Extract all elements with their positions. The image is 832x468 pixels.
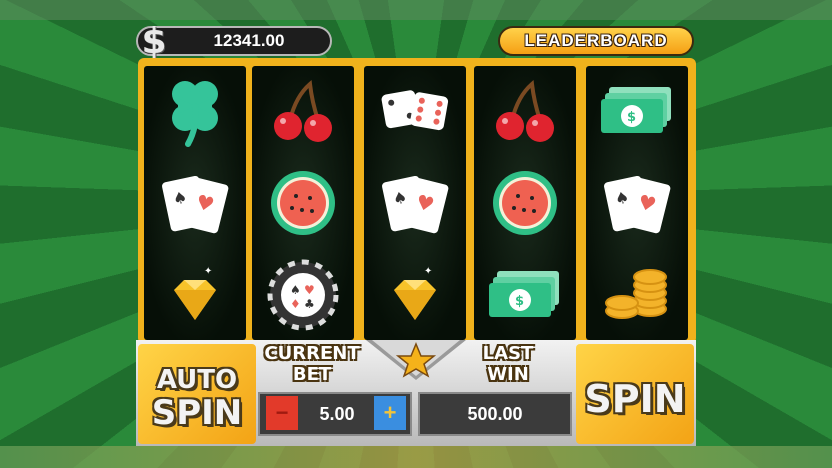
svg-text:♥: ♥ <box>304 283 315 297</box>
reel-2: ♠ ♥ ♦ ♣ <box>252 66 354 340</box>
cherries-icon <box>252 66 354 156</box>
bet-increase-button[interactable]: + <box>374 396 406 430</box>
last-win-label-line2: WIN <box>487 364 529 385</box>
auto-spin-button[interactable]: AUTO SPIN <box>138 344 256 444</box>
reel-4: $ <box>474 66 576 340</box>
last-win-value: 500.00 <box>418 392 572 436</box>
balance-display: $ 12341.00 <box>136 22 332 62</box>
star-icon <box>366 340 466 380</box>
spin-label: SPIN <box>584 377 686 421</box>
cherries-icon <box>474 66 576 156</box>
current-bet-label-line2: BET <box>292 364 332 385</box>
reel-1: ♠ ♥ ✦ <box>144 66 246 340</box>
balance-amount: 12341.00 <box>213 31 285 50</box>
watermelon-icon <box>474 158 576 248</box>
current-bet-label-line1: CURRENT <box>264 343 360 364</box>
cards-icon: ♠ ♥ <box>586 158 688 248</box>
background-bottom-strip <box>0 446 832 468</box>
cash-icon: $ <box>474 250 576 340</box>
svg-text:♣: ♣ <box>304 297 315 311</box>
auto-spin-label-line1: AUTO <box>156 365 238 395</box>
spin-button[interactable]: SPIN <box>576 344 694 444</box>
dollar-icon: $ <box>141 21 167 62</box>
auto-spin-label-line2: SPIN <box>151 393 243 433</box>
diamond-icon: ✦ <box>364 250 466 340</box>
cash-icon: $ <box>586 66 688 156</box>
clover-icon <box>144 66 246 156</box>
background-top-strip <box>0 0 832 20</box>
cards-icon: ♠ ♥ <box>144 158 246 248</box>
svg-text:♦: ♦ <box>290 297 301 311</box>
svg-text:$: $ <box>627 110 636 125</box>
reel-3: ♠ ♥ ✦ <box>364 66 466 340</box>
watermelon-icon <box>252 158 354 248</box>
last-win-label-line1: LAST <box>482 343 534 364</box>
minus-icon: − <box>275 400 289 425</box>
coins-icon <box>586 250 688 340</box>
cards-icon: ♠ ♥ <box>364 158 466 248</box>
bet-value: 5.00 <box>319 404 355 424</box>
svg-text:$: $ <box>515 294 524 309</box>
svg-text:✦: ✦ <box>204 266 212 277</box>
reel-5: $ ♠ ♥ <box>586 66 688 340</box>
svg-text:♠: ♠ <box>290 283 301 297</box>
poker-chip-icon: ♠ ♥ ♦ ♣ <box>252 250 354 340</box>
bet-decrease-button[interactable]: − <box>266 396 298 430</box>
diamond-icon: ✦ <box>144 250 246 340</box>
leaderboard-button[interactable]: LEADERBOARD <box>498 26 694 56</box>
svg-text:✦: ✦ <box>424 266 432 277</box>
plus-icon: + <box>383 400 397 425</box>
dice-icon <box>364 66 466 156</box>
